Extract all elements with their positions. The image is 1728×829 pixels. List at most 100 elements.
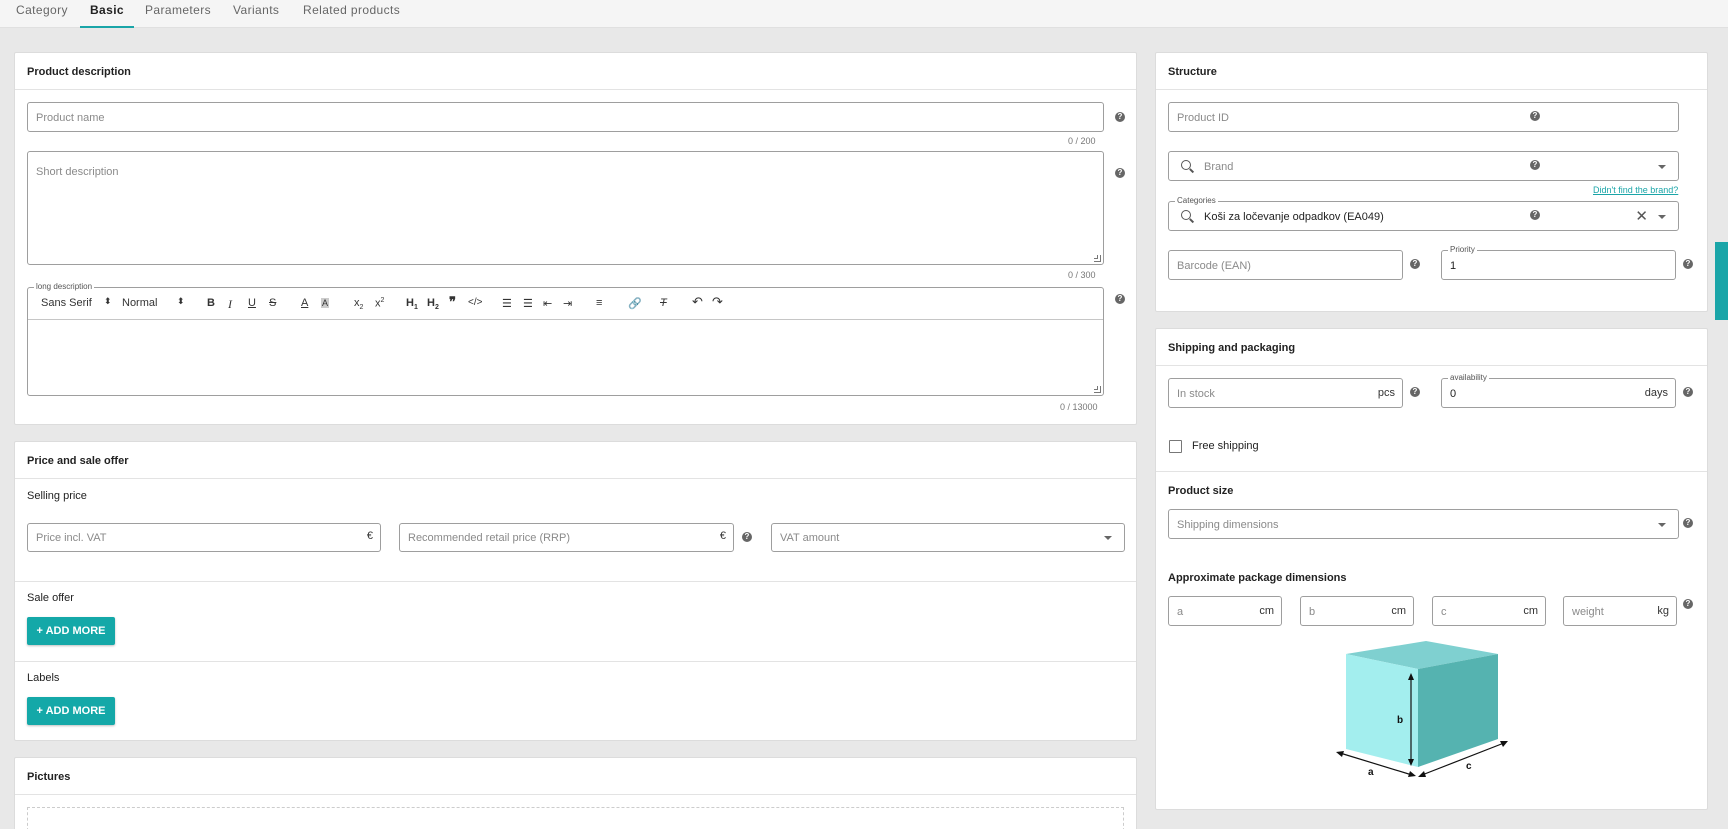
availability-input[interactable]: availability 0 days bbox=[1441, 373, 1676, 408]
help-icon[interactable]: ? bbox=[1410, 259, 1420, 269]
card-title: Price and sale offer bbox=[27, 455, 129, 467]
in-stock-placeholder: In stock bbox=[1177, 388, 1215, 400]
approx-dimensions-title: Approximate package dimensions bbox=[1168, 572, 1347, 584]
dimension-b-input[interactable]: b cm bbox=[1300, 596, 1414, 626]
product-description-card: Product description Product name ? 0 / 2… bbox=[14, 52, 1137, 425]
unit-label: days bbox=[1644, 387, 1668, 399]
clear-icon[interactable]: ✕ bbox=[1635, 207, 1648, 225]
resize-handle-icon[interactable] bbox=[1094, 255, 1101, 262]
unit-label: cm bbox=[1523, 605, 1538, 617]
outdent-icon[interactable]: ⇤ bbox=[543, 297, 552, 310]
shipping-dimensions-select[interactable]: Shipping dimensions bbox=[1168, 509, 1679, 539]
dim-placeholder: weight bbox=[1572, 606, 1604, 618]
chevron-down-icon bbox=[1658, 215, 1666, 219]
unit-label: cm bbox=[1259, 605, 1274, 617]
brand-select[interactable]: Brand bbox=[1168, 151, 1679, 181]
help-icon[interactable]: ? bbox=[1530, 111, 1540, 121]
redo-icon[interactable]: ↷ bbox=[712, 294, 723, 310]
short-description-textarea[interactable]: Short description bbox=[27, 151, 1104, 265]
add-label-button[interactable]: + ADD MORE bbox=[27, 697, 115, 725]
help-icon[interactable]: ? bbox=[1683, 259, 1693, 269]
unit-label: pcs bbox=[1377, 387, 1395, 399]
align-icon[interactable]: ≡ bbox=[596, 297, 602, 309]
subscript-icon[interactable]: x2 bbox=[354, 297, 363, 311]
price-incl-vat-input[interactable]: Price incl. VAT € bbox=[27, 523, 381, 552]
search-icon bbox=[1181, 210, 1195, 224]
add-sale-offer-button[interactable]: + ADD MORE bbox=[27, 617, 115, 645]
heading2-icon[interactable]: H2 bbox=[427, 297, 439, 311]
help-icon[interactable]: ? bbox=[1683, 387, 1693, 397]
dimension-c-input[interactable]: c cm bbox=[1432, 596, 1546, 626]
font-select[interactable]: Sans Serif bbox=[41, 297, 92, 309]
code-icon[interactable]: </> bbox=[468, 297, 482, 308]
size-select[interactable]: Normal bbox=[122, 297, 157, 309]
side-panel-tab[interactable] bbox=[1715, 242, 1728, 320]
vat-placeholder: VAT amount bbox=[780, 532, 840, 544]
help-icon[interactable]: ? bbox=[1530, 210, 1540, 220]
short-description-placeholder: Short description bbox=[36, 166, 119, 178]
strike-icon[interactable]: S bbox=[269, 297, 276, 309]
brand-not-found-link[interactable]: Didn't find the brand? bbox=[1593, 185, 1678, 195]
unit-label: kg bbox=[1657, 605, 1669, 617]
weight-input[interactable]: weight kg bbox=[1563, 596, 1677, 626]
help-icon[interactable]: ? bbox=[1530, 160, 1540, 170]
tab-category[interactable]: Category bbox=[16, 3, 68, 28]
tab-parameters[interactable]: Parameters bbox=[145, 3, 211, 28]
product-id-input[interactable]: Product ID bbox=[1168, 102, 1679, 132]
bullet-list-icon[interactable]: ☰ bbox=[523, 297, 533, 310]
rrp-input[interactable]: Recommended retail price (RRP) € bbox=[399, 523, 734, 552]
categories-value: Koši za ločevanje odpadkov (EA049) bbox=[1204, 211, 1384, 223]
help-icon[interactable]: ? bbox=[1410, 387, 1420, 397]
tab-variants[interactable]: Variants bbox=[233, 3, 279, 28]
structure-card: Structure Product ID ? Brand ? Didn't fi… bbox=[1155, 52, 1708, 312]
underline-icon[interactable]: U bbox=[248, 297, 256, 309]
priority-value: 1 bbox=[1450, 260, 1457, 272]
chevron-down-icon bbox=[1658, 523, 1666, 527]
currency-label: € bbox=[366, 530, 373, 542]
size-select-arrows-icon: ⬍ bbox=[177, 296, 185, 306]
availability-label: availability bbox=[1448, 373, 1489, 383]
resize-handle-icon[interactable] bbox=[1094, 386, 1101, 393]
help-icon[interactable]: ? bbox=[1683, 518, 1693, 528]
italic-icon[interactable]: I bbox=[228, 297, 232, 312]
long-description-editor[interactable]: long description Sans Serif ⬍ Normal ⬍ B… bbox=[27, 282, 1104, 396]
unit-label: cm bbox=[1391, 605, 1406, 617]
barcode-placeholder: Barcode (EAN) bbox=[1177, 260, 1251, 272]
dim-placeholder: a bbox=[1177, 606, 1184, 618]
availability-value: 0 bbox=[1450, 388, 1457, 400]
tab-basic[interactable]: Basic bbox=[80, 3, 134, 28]
font-select-value: Sans Serif bbox=[41, 297, 92, 309]
tab-related-products[interactable]: Related products bbox=[303, 3, 400, 28]
font-select-arrows-icon: ⬍ bbox=[104, 296, 112, 306]
pictures-card: Pictures bbox=[14, 757, 1137, 829]
product-name-input[interactable]: Product name bbox=[27, 102, 1104, 132]
superscript-icon[interactable]: x2 bbox=[375, 297, 384, 310]
help-icon[interactable]: ? bbox=[1683, 599, 1693, 609]
categories-select[interactable]: Categories Koši za ločevanje odpadkov (E… bbox=[1168, 196, 1679, 231]
bold-icon[interactable]: B bbox=[207, 297, 215, 309]
priority-input[interactable]: Priority 1 bbox=[1441, 245, 1676, 280]
font-color-icon[interactable]: A bbox=[301, 297, 308, 309]
picture-dropzone[interactable] bbox=[27, 807, 1124, 829]
shipping-dimensions-placeholder: Shipping dimensions bbox=[1177, 519, 1279, 531]
help-icon[interactable]: ? bbox=[1115, 112, 1125, 122]
vat-amount-select[interactable]: VAT amount bbox=[771, 523, 1125, 552]
help-icon[interactable]: ? bbox=[742, 532, 752, 542]
clear-format-icon[interactable]: T bbox=[660, 297, 667, 309]
barcode-input[interactable]: Barcode (EAN) bbox=[1168, 250, 1403, 280]
package-box-illustration: b a c bbox=[1336, 641, 1508, 778]
link-icon[interactable]: 🔗 bbox=[628, 297, 642, 310]
blockquote-icon[interactable]: ❞ bbox=[449, 294, 456, 310]
background-color-icon[interactable]: A bbox=[321, 298, 330, 308]
heading1-icon[interactable]: H1 bbox=[406, 297, 418, 311]
help-icon[interactable]: ? bbox=[1115, 168, 1125, 178]
product-size-title: Product size bbox=[1168, 485, 1234, 497]
help-icon[interactable]: ? bbox=[1115, 294, 1125, 304]
in-stock-input[interactable]: In stock pcs bbox=[1168, 378, 1403, 408]
dimension-a-input[interactable]: a cm bbox=[1168, 596, 1282, 626]
free-shipping-checkbox[interactable] bbox=[1169, 440, 1182, 453]
undo-icon[interactable]: ↶ bbox=[692, 294, 703, 310]
indent-icon[interactable]: ⇥ bbox=[563, 297, 572, 310]
ordered-list-icon[interactable]: ☰ bbox=[502, 297, 512, 310]
dim-placeholder: c bbox=[1441, 606, 1447, 618]
